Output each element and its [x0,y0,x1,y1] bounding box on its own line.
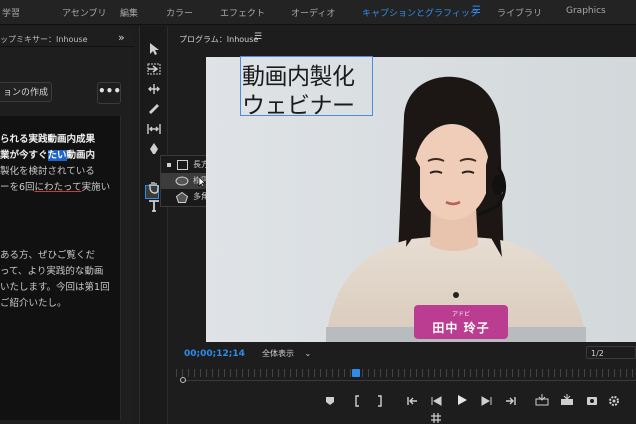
go-to-in-icon[interactable] [406,395,418,407]
transcript-text: 製化を検討されている [0,166,95,177]
step-forward-icon[interactable] [481,395,493,407]
program-monitor-header: プログラム：Inhouse ☰ [168,26,636,52]
transcript-line[interactable]: ーを6回にわたって実施い [0,182,110,194]
workspace-libraries[interactable]: ライブラリ [497,6,542,19]
flagged-word: にわたって [34,182,82,193]
workspace-audio[interactable]: オーディオ [291,6,335,19]
transcript-text: ご紹介いたし。 [0,298,67,309]
divider [0,46,134,47]
workspace-captions-graphics[interactable]: キャプションとグラフィック [362,6,479,19]
workspace-editing[interactable]: 編集 [120,6,138,19]
scrub-track [184,380,636,381]
mouse-cursor-icon [198,176,206,188]
ellipse-icon [175,176,189,186]
lower-third-company: アドビ [451,311,470,318]
insert-icon[interactable] [535,394,549,406]
transcript-line[interactable]: ある方、ぜひご覧くだ [0,250,95,262]
overwrite-icon[interactable] [560,394,574,406]
transcript-text: って、より実践的な動画 [0,266,104,277]
export-frame-icon[interactable] [586,395,598,406]
workspace-learning[interactable]: 学習 [2,6,20,19]
transcript-line[interactable]: ご紹介いたし。 [0,298,67,310]
workspace-bar: 学習 アセンブリ 編集 カラー エフェクト オーディオ キャプションとグラフィッ… [0,0,636,25]
transcript-text: いたします。今回は第1回 [0,282,110,293]
razor-tool-icon[interactable] [147,102,161,116]
lower-third-name: 田中 玲子 [432,321,490,335]
playhead-handle[interactable] [351,369,360,377]
transcript-text: ーを6回 [0,182,35,193]
mark-in-icon[interactable] [353,395,361,407]
play-icon[interactable] [456,394,468,406]
program-timecode-bar: 00;00;12;14 全体表示 ⌄ 1/2 [168,344,636,364]
more-options-button[interactable]: ••• [97,82,121,104]
transcript-text: 動画内 [66,150,96,161]
zoom-level-value: 全体表示 [262,349,294,358]
transcript-line[interactable]: 業が今すぐたい動画内 [0,150,95,162]
playhead-timecode[interactable]: 00;00;12;14 [184,349,245,359]
transcript-text: ある方、ぜひご覧くだ [0,250,96,261]
marker-icon[interactable] [325,396,335,406]
mark-out-icon[interactable] [376,395,384,407]
zoom-level-dropdown[interactable]: 全体表示 ⌄ [262,348,311,359]
transcript-line[interactable]: いたします。今回は第1回 [0,282,110,294]
transcript-line[interactable]: 製化を検討されている [0,166,95,178]
slip-tool-icon[interactable] [147,122,161,136]
track-select-tool-icon[interactable] [147,62,161,76]
step-back-icon[interactable] [430,395,442,407]
rectangle-icon [177,160,188,170]
highlighted-word: たい [47,150,67,161]
chevron-down-icon: ⌄ [304,349,312,358]
program-menu-icon[interactable]: ☰ [254,32,262,42]
create-caption-button[interactable]: ョンの作成 [0,82,52,102]
hand-tool-icon[interactable] [147,180,161,194]
transcript-text: 業が今すぐ [0,150,48,161]
in-point-handle[interactable] [180,377,186,383]
title-line-2: ウェビナー [242,93,355,119]
transcript-text: 実施い [81,182,111,193]
settings-icon[interactable] [608,395,620,407]
type-tool-icon[interactable] [147,199,161,213]
transcript-text: られる実践動画内成果 [0,134,96,145]
left-panel-header: ップミキサー：Inhouse » [0,30,134,46]
transcript-line[interactable]: って、より実践的な動画 [0,266,103,278]
selection-tool-icon[interactable] [147,42,161,56]
expand-panels-icon[interactable]: » [118,31,125,44]
polygon-icon [176,192,188,203]
workspace-effects[interactable]: エフェクト [220,6,265,19]
left-panel-title[interactable]: ップミキサー：Inhouse [0,34,88,45]
time-ruler-ticks [176,369,636,377]
lower-third-graphic[interactable]: アドビ 田中 玲子 [414,305,508,339]
pen-tool-icon[interactable] [147,142,161,156]
title-graphic-selection[interactable]: 動画内製化 ウェビナー [240,56,373,119]
workspace-assembly[interactable]: アセンブリ [62,6,107,19]
active-tool-bullet-icon [167,163,171,167]
safe-margins-icon[interactable] [430,412,442,424]
ripple-edit-tool-icon[interactable] [147,82,161,96]
transcript-text-panel[interactable]: られる実践動画内成果 業が今すぐたい動画内 製化を検討されている ーを6回にわたって実… [0,116,121,420]
transcript-line[interactable]: られる実践動画内成果 [0,134,95,146]
tools-panel [139,26,168,424]
playback-resolution-dropdown[interactable]: 1/2 [586,346,636,359]
workspace-graphics[interactable]: Graphics [566,6,606,16]
transport-controls [168,388,636,424]
go-to-out-icon[interactable] [505,395,517,407]
time-ruler-scrubber[interactable] [176,365,636,387]
program-monitor-title[interactable]: プログラム：Inhouse [179,34,258,45]
workspace-color[interactable]: カラー [166,6,193,19]
workspace-menu-icon[interactable]: ☰ [472,5,481,16]
